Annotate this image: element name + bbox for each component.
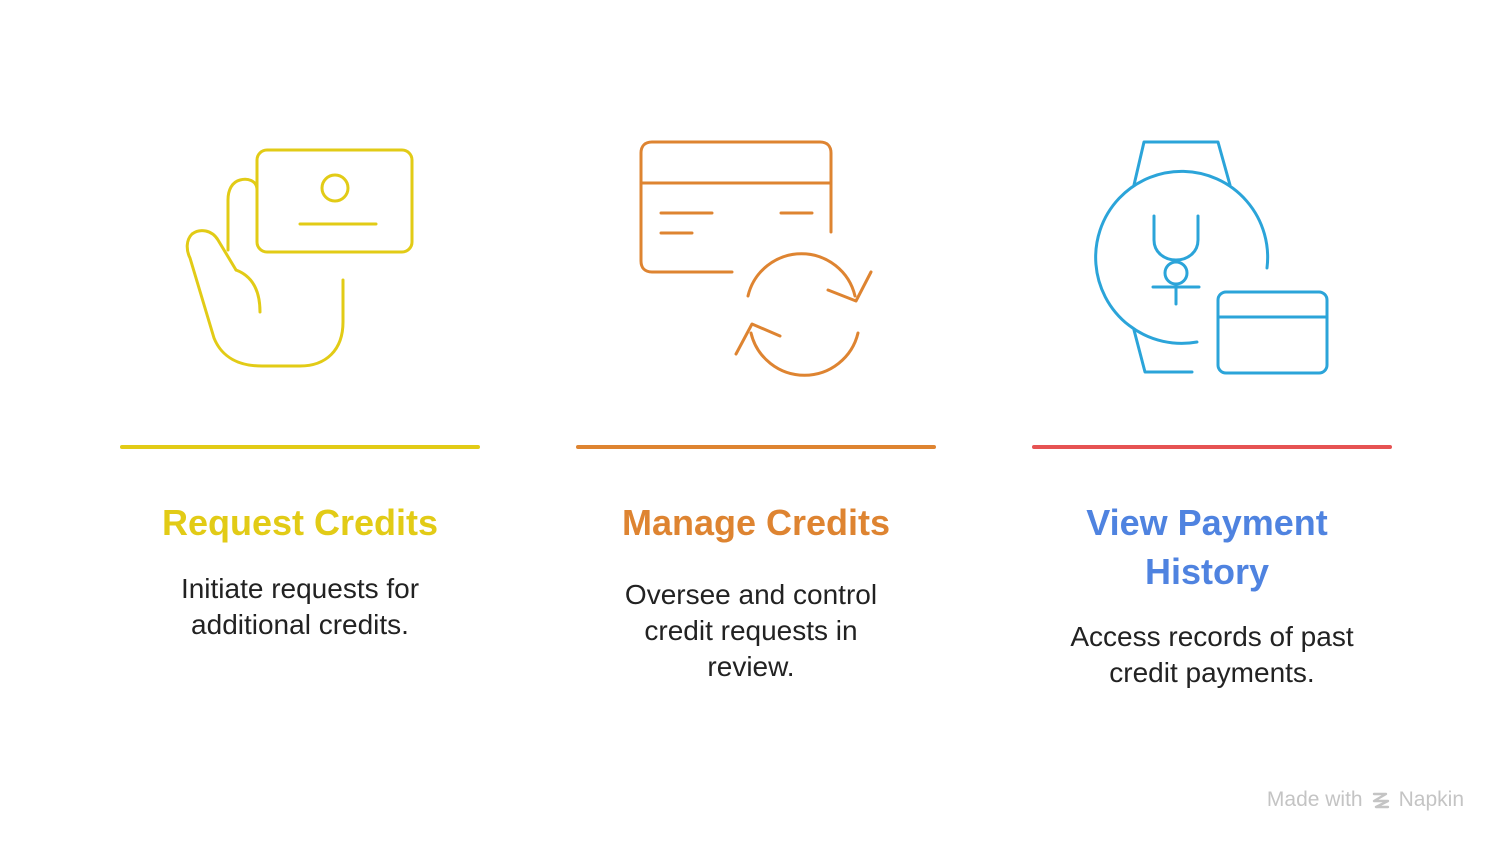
watch-card-icon — [1094, 140, 1329, 375]
step-2-title: Manage Credits — [621, 502, 891, 543]
step-1-description: Initiate requests for additional credits… — [180, 573, 420, 640]
step-2-description: Oversee and control credit requests in r… — [624, 579, 878, 682]
card-refresh-icon — [639, 140, 873, 377]
step-3-description: Access records of past credit payments. — [1070, 621, 1354, 688]
made-with-napkin-watermark: Made with Napkin — [1267, 788, 1464, 812]
napkin-brand-label: Napkin — [1398, 788, 1464, 811]
step-2-rule — [576, 445, 936, 449]
step-1-title: Request Credits — [161, 502, 439, 543]
made-with-label: Made with — [1266, 788, 1363, 811]
step-3-rule — [1032, 445, 1392, 449]
step-1-rule — [120, 445, 480, 449]
napkin-logo-icon — [1372, 792, 1389, 809]
step-3-title: View Payment History — [1086, 502, 1328, 592]
hand-holding-card-icon — [185, 148, 414, 368]
